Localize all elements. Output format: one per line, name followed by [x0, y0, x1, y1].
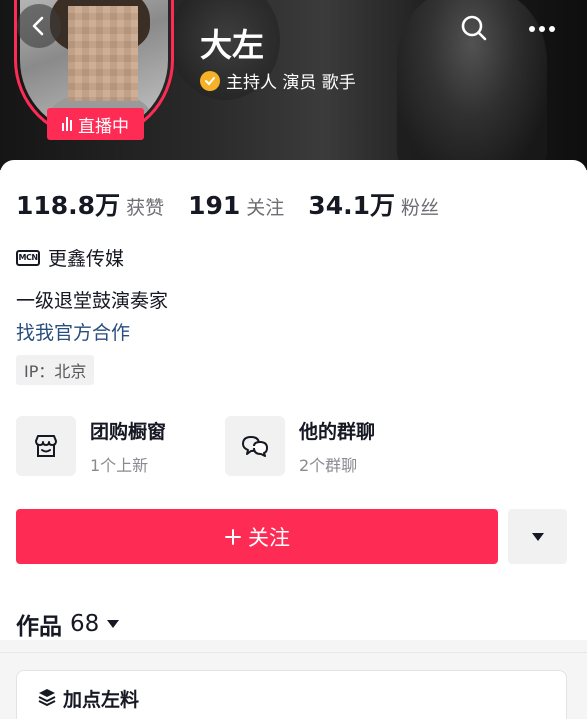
verified-check-icon: [200, 70, 220, 91]
caret-down-icon: [531, 532, 544, 541]
works-count: 68: [70, 611, 100, 637]
follow-button[interactable]: 关注: [16, 509, 498, 564]
more-dots-icon: [529, 26, 535, 32]
feature-subtitle: 1个上新: [90, 455, 149, 475]
live-bars-icon: [62, 117, 72, 131]
search-icon: [461, 15, 487, 41]
profile-header: 直播中 大左 主持人 演员 歌手: [0, 0, 587, 170]
stat-value: 34.1万: [308, 191, 395, 220]
plus-icon: [225, 528, 241, 545]
stat-following[interactable]: 191 关注: [188, 191, 284, 220]
profile-name: 大左: [200, 26, 265, 64]
mcn-name: 更鑫传媒: [48, 248, 125, 270]
layers-icon: [38, 689, 56, 706]
follow-label: 关注: [248, 525, 290, 550]
back-button[interactable]: [17, 4, 61, 48]
collection-title: 加点左料: [63, 689, 140, 711]
more-actions-dropdown[interactable]: [508, 509, 567, 564]
profile-tags: 主持人 演员 歌手: [226, 73, 356, 93]
stat-likes[interactable]: 118.8万 获赞: [16, 186, 164, 222]
works-label: 作品: [16, 614, 62, 640]
more-button[interactable]: [525, 14, 559, 44]
stat-followers[interactable]: 34.1万 粉丝: [308, 186, 439, 222]
feature-title: 团购橱窗: [90, 420, 167, 443]
stat-label: 获赞: [126, 197, 165, 219]
works-tab[interactable]: 作品 68: [16, 607, 120, 641]
verification-row: 主持人 演员 歌手: [200, 68, 356, 93]
chat-icon: [225, 416, 285, 476]
chevron-left-icon: [32, 16, 44, 36]
collection-card[interactable]: 加点左料: [16, 670, 567, 719]
group-buy-shop-entry[interactable]: 团购橱窗 1个上新: [16, 416, 166, 476]
shop-icon: [16, 416, 76, 476]
live-badge[interactable]: 直播中: [47, 108, 144, 140]
stat-value: 118.8万: [16, 191, 121, 220]
mcn-icon: MCN: [16, 249, 40, 266]
group-chat-entry[interactable]: 他的群聊 2个群聊: [225, 416, 375, 476]
live-label: 直播中: [78, 116, 129, 137]
caret-down-icon: [107, 620, 120, 628]
stat-label: 粉丝: [400, 197, 439, 219]
feature-subtitle: 2个群聊: [299, 455, 358, 475]
profile-card: 118.8万 获赞 191 关注 34.1万 粉丝 MCN 更鑫传媒 一级退堂鼓…: [0, 160, 587, 640]
bio-text: 一级退堂鼓演奏家: [16, 290, 169, 312]
cooperation-link[interactable]: 找我官方合作: [16, 318, 130, 345]
stats-row: 118.8万 获赞 191 关注 34.1万 粉丝: [16, 186, 463, 222]
stat-value: 191: [188, 191, 241, 220]
stat-label: 关注: [246, 197, 285, 219]
mcn-row[interactable]: MCN 更鑫传媒: [16, 244, 124, 271]
search-button[interactable]: [458, 12, 490, 44]
ip-location-tag: IP：北京: [16, 355, 95, 385]
feature-title: 他的群聊: [299, 420, 376, 443]
